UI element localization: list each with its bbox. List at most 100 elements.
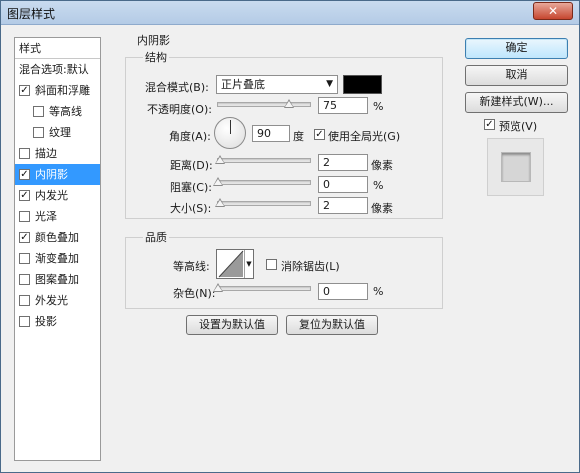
structure-title: 结构 <box>143 49 169 65</box>
size-slider-thumb[interactable] <box>215 198 225 207</box>
new-style-button[interactable]: 新建样式(W)... <box>465 92 568 113</box>
window-title: 图层样式 <box>7 7 56 21</box>
choke-slider-thumb[interactable] <box>213 177 223 186</box>
blend-mode-value: 正片叠底 <box>221 78 265 91</box>
sidebar-checkbox[interactable] <box>19 148 30 159</box>
blend-mode-label: 混合模式(B): <box>145 81 209 94</box>
size-input[interactable]: 2 <box>318 197 368 214</box>
opacity-unit: % <box>373 100 384 113</box>
ok-button[interactable]: 确定 <box>465 38 568 59</box>
opacity-label: 不透明度(O): <box>147 103 212 116</box>
sidebar-item-label: 内阴影 <box>35 168 68 181</box>
opacity-slider-thumb[interactable] <box>284 99 294 108</box>
sidebar-item-label: 样式 <box>19 42 41 55</box>
sidebar-checkbox[interactable]: ✓ <box>19 232 30 243</box>
global-light-checkbox[interactable]: ✓ <box>314 129 325 140</box>
size-label: 大小(S): <box>170 202 212 215</box>
noise-unit: % <box>373 285 384 298</box>
contour-label: 等高线: <box>173 260 210 273</box>
sidebar-item-label: 描边 <box>35 147 57 160</box>
sidebar-checkbox[interactable] <box>33 106 44 117</box>
sidebar-checkbox[interactable] <box>19 274 30 285</box>
section-title: 内阴影 <box>137 34 170 47</box>
size-unit: 像素 <box>371 202 393 215</box>
sidebar-item[interactable]: ✓ 斜面和浮雕 <box>15 80 100 101</box>
size-slider-track[interactable] <box>217 201 311 206</box>
sidebar-item[interactable]: 光泽 <box>15 206 100 227</box>
sidebar-item[interactable]: 图案叠加 <box>15 269 100 290</box>
cancel-button[interactable]: 取消 <box>465 65 568 86</box>
noise-label: 杂色(N): <box>173 287 216 300</box>
sidebar-item-label: 光泽 <box>35 210 57 223</box>
sidebar-checkbox[interactable]: ✓ <box>19 85 30 96</box>
layer-style-dialog: 图层样式 ✕ 样式混合选项:默认 ✓ 斜面和浮雕等高线纹理描边 ✓ 内阴影 ✓ 内发光光泽 ✓… <box>0 0 580 473</box>
sidebar-checkbox[interactable] <box>19 211 30 222</box>
sidebar-item-label: 颜色叠加 <box>35 231 79 244</box>
distance-label: 距离(D): <box>170 159 213 172</box>
sidebar-item[interactable]: 混合选项:默认 <box>15 59 100 80</box>
sidebar-item-label: 外发光 <box>35 294 68 307</box>
close-icon: ✕ <box>547 4 559 18</box>
sidebar-checkbox[interactable] <box>19 295 30 306</box>
sidebar-item-label: 图案叠加 <box>35 273 79 286</box>
preview-swatch <box>501 152 531 182</box>
sidebar-item[interactable]: 外发光 <box>15 290 100 311</box>
sidebar-checkbox[interactable] <box>19 316 30 327</box>
sidebar-item-label: 纹理 <box>49 126 71 139</box>
preview-label: 预览(V) <box>499 120 538 133</box>
sidebar-item[interactable]: 样式 <box>15 38 100 59</box>
sidebar-item[interactable]: ✓ 颜色叠加 <box>15 227 100 248</box>
anti-alias-checkbox[interactable] <box>266 259 277 270</box>
contour-dropdown-icon[interactable]: ▼ <box>244 250 253 278</box>
preview-checkbox[interactable]: ✓ <box>484 119 495 130</box>
global-light-label: 使用全局光(G) <box>328 130 401 143</box>
sidebar-item-label: 混合选项:默认 <box>19 63 89 76</box>
make-default-button[interactable]: 设置为默认值 <box>186 315 278 335</box>
opacity-slider-track[interactable] <box>217 102 311 107</box>
anti-alias-label: 消除锯齿(L) <box>281 260 340 273</box>
angle-unit: 度 <box>293 130 304 143</box>
sidebar-item[interactable]: 纹理 <box>15 122 100 143</box>
choke-unit: % <box>373 179 384 192</box>
angle-input[interactable]: 90 <box>252 125 290 142</box>
angle-label: 角度(A): <box>169 130 211 143</box>
blend-mode-select[interactable]: 正片叠底 ▼ <box>216 75 338 94</box>
opacity-input[interactable]: 75 <box>318 97 368 114</box>
sidebar-item-label: 等高线 <box>49 105 82 118</box>
style-list: 样式混合选项:默认 ✓ 斜面和浮雕等高线纹理描边 ✓ 内阴影 ✓ 内发光光泽 ✓ 颜色叠加渐变叠… <box>14 37 101 461</box>
sidebar-checkbox[interactable] <box>19 253 30 264</box>
sidebar-item[interactable]: 投影 <box>15 311 100 332</box>
choke-input[interactable]: 0 <box>318 176 368 193</box>
choke-label: 阻塞(C): <box>170 181 212 194</box>
blend-color-swatch[interactable] <box>343 75 382 94</box>
noise-slider-track[interactable] <box>217 286 311 291</box>
sidebar-item-label: 斜面和浮雕 <box>35 84 90 97</box>
contour-picker[interactable]: ▼ <box>216 249 254 279</box>
sidebar-checkbox[interactable]: ✓ <box>19 169 30 180</box>
choke-slider-track[interactable] <box>217 180 311 185</box>
quality-title: 品质 <box>143 229 169 245</box>
angle-dial[interactable] <box>214 117 246 149</box>
distance-slider-thumb[interactable] <box>215 155 225 164</box>
noise-input[interactable]: 0 <box>318 283 368 300</box>
distance-slider-track[interactable] <box>217 158 311 163</box>
sidebar-item-label: 渐变叠加 <box>35 252 79 265</box>
sidebar-item[interactable]: 描边 <box>15 143 100 164</box>
sidebar-item[interactable]: 渐变叠加 <box>15 248 100 269</box>
distance-unit: 像素 <box>371 159 393 172</box>
sidebar-item[interactable]: ✓ 内发光 <box>15 185 100 206</box>
angle-needle <box>230 120 231 134</box>
sidebar-item[interactable]: 等高线 <box>15 101 100 122</box>
sidebar-item-label: 内发光 <box>35 189 68 202</box>
distance-input[interactable]: 2 <box>318 154 368 171</box>
style-preview <box>487 138 544 196</box>
reset-default-button[interactable]: 复位为默认值 <box>286 315 378 335</box>
sidebar-item[interactable]: ✓ 内阴影 <box>15 164 100 185</box>
close-button[interactable]: ✕ <box>533 2 573 20</box>
sidebar-item-label: 投影 <box>35 315 57 328</box>
noise-slider-thumb[interactable] <box>213 283 223 292</box>
dropdown-arrow-icon: ▼ <box>326 79 333 89</box>
sidebar-checkbox[interactable]: ✓ <box>19 190 30 201</box>
title-bar: 图层样式 ✕ <box>1 1 579 25</box>
sidebar-checkbox[interactable] <box>33 127 44 138</box>
